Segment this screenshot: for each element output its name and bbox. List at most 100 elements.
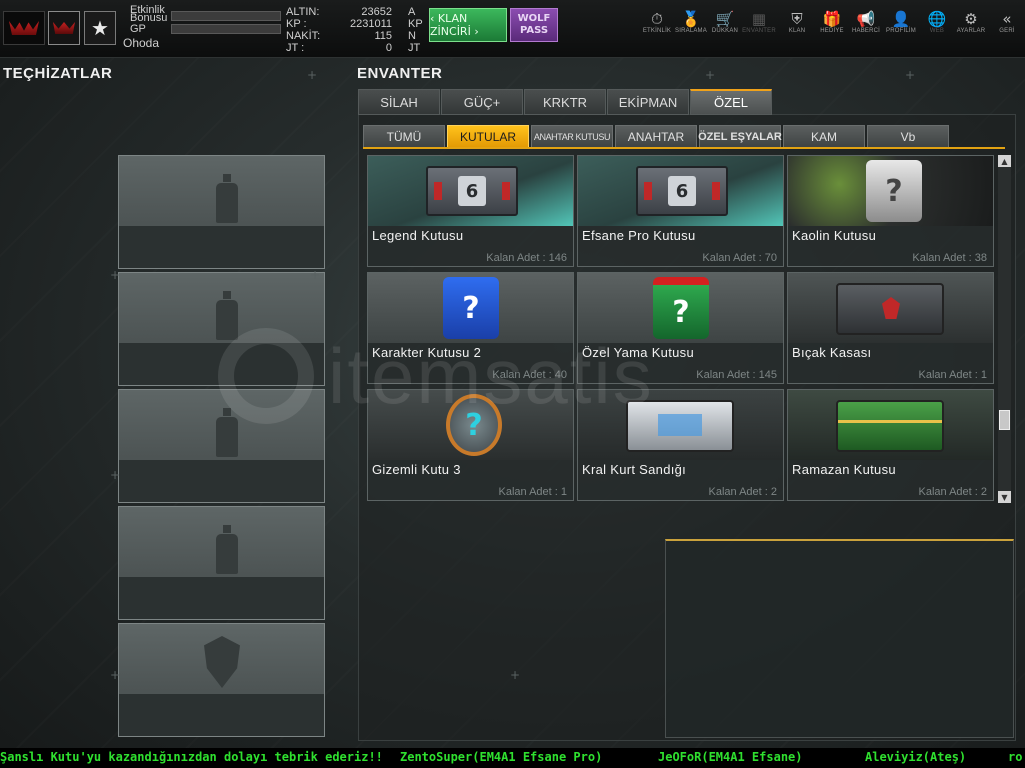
inventory-icon: ▦ [751, 10, 767, 28]
inventory-tabs: SİLAH GÜÇ+ KRKTR EKİPMAN ÖZEL [358, 89, 773, 115]
equipment-slot[interactable] [118, 506, 325, 620]
gp-label: GP [130, 23, 146, 35]
rank-star-icon[interactable]: ★ [84, 11, 116, 45]
item-card[interactable]: Bıçak Kasası Kalan Adet : 1 [787, 272, 994, 384]
stat-unit: KP [408, 18, 423, 30]
stat-unit: JT [408, 42, 421, 54]
ticker-message: JeOFoR(EM4A1 Efsane) [658, 750, 803, 764]
item-name: Karakter Kutusu 2 [372, 345, 482, 360]
tab-3[interactable]: EKİPMAN [607, 89, 689, 115]
item-grid: 6 Legend Kutusu Kalan Adet : 146 6 Efsane P… [367, 155, 997, 503]
stat-key: ALTIN: [286, 6, 320, 18]
spray-icon [216, 174, 238, 224]
scroll-down-arrow-icon[interactable]: ▼ [998, 491, 1011, 503]
nav-cart[interactable]: 🛒 DÜKKAN [708, 10, 742, 34]
megaphone-icon: 📢 [856, 10, 876, 28]
nav-gear[interactable]: ⚙ AYARLAR [954, 10, 988, 34]
king-wolf-chest-icon [626, 400, 734, 452]
equipment-slot[interactable] [118, 623, 325, 737]
tab-2[interactable]: KRKTR [524, 89, 606, 115]
stopwatch-icon: ⏱ [651, 10, 663, 28]
item-image: ? [368, 390, 573, 460]
klan-zinciri-button[interactable]: ‹ KLAN ZİNCİRİ › [429, 8, 507, 42]
subtab-5[interactable]: KAM [783, 125, 865, 148]
item-card[interactable]: ? Kaolin Kutusu Kalan Adet : 38 [787, 155, 994, 267]
medal-icon: 🏅 [681, 10, 701, 28]
loot-case-icon: 6 [426, 166, 518, 216]
nav-globe[interactable]: 🌐 WEB [920, 10, 954, 34]
wolf-pass-button[interactable]: WOLF PASS [510, 8, 558, 42]
subtab-3[interactable]: ANAHTAR [615, 125, 697, 148]
item-count: Kalan Adet : 1 [498, 486, 568, 498]
decor-plus: + [510, 668, 521, 682]
item-name: Ramazan Kutusu [792, 462, 896, 477]
decor-plus: + [705, 68, 716, 82]
spray-icon [216, 525, 238, 575]
item-count: Kalan Adet : 2 [918, 486, 988, 498]
item-card[interactable]: ? Gizemli Kutu 3 Kalan Adet : 1 [367, 389, 574, 501]
item-card[interactable]: ? Karakter Kutusu 2 Kalan Adet : 40 [367, 272, 574, 384]
nav-medal[interactable]: 🏅 SIRALAMA [674, 10, 708, 34]
nav-inventory[interactable]: ▦ ENVANTER [742, 10, 776, 34]
location-label: Ohoda [123, 36, 160, 50]
kaolin-box-icon: ? [866, 160, 922, 222]
item-image: 6 [578, 156, 783, 226]
top-bar: ★ Etkinlik Bonusu GP Ohoda ALTIN: 23652 A K… [0, 0, 1025, 58]
subtab-4[interactable]: ÖZEL EŞYALAR [698, 125, 782, 148]
stat-key: JT : [286, 42, 305, 54]
shield-icon [204, 636, 240, 688]
item-image: ? [788, 156, 993, 226]
item-count: Kalan Adet : 145 [696, 369, 777, 381]
mystery-capsule-icon: ? [446, 394, 502, 456]
item-image [578, 390, 783, 460]
ticker-message: ro [1008, 750, 1023, 764]
ticker-message: Aleviyiz(Ateş) [865, 750, 967, 764]
cart-icon: 🛒 [715, 10, 735, 28]
equipment-slot[interactable] [118, 389, 325, 503]
item-scrollbar[interactable]: ▲ ▼ [998, 155, 1011, 503]
scroll-up-arrow-icon[interactable]: ▲ [998, 155, 1011, 167]
decor-plus: + [307, 68, 318, 82]
subtab-underline [363, 147, 1005, 149]
gift-icon: 🎁 [822, 10, 842, 28]
item-card[interactable]: 6 Legend Kutusu Kalan Adet : 146 [367, 155, 574, 267]
item-image [788, 273, 993, 343]
subtab-2[interactable]: ANAHTAR KUTUSU [531, 125, 613, 148]
item-image: ? [368, 273, 573, 343]
equipment-slot[interactable] [118, 272, 325, 386]
nav-profile[interactable]: 👤 PROFİLİM [884, 10, 918, 34]
subtab-1[interactable]: KUTULAR [447, 125, 529, 148]
stat-unit: A [408, 6, 416, 18]
tab-0[interactable]: SİLAH [358, 89, 440, 115]
currency-stats: ALTIN: 23652 A KP : 2231011 KP NAKİT: 115 N JT : 0… [286, 6, 423, 54]
item-count: Kalan Adet : 40 [492, 369, 567, 381]
item-count: Kalan Adet : 38 [912, 252, 987, 264]
item-image [788, 390, 993, 460]
ticker-message: ZentoSuper(EM4A1 Efsane Pro) [400, 750, 603, 764]
tab-4[interactable]: ÖZEL [690, 89, 772, 115]
item-card[interactable]: Ramazan Kutusu Kalan Adet : 2 [787, 389, 994, 501]
nav-stopwatch[interactable]: ⏱ ETKİNLİK [640, 10, 674, 34]
nav-megaphone[interactable]: 📢 HABERCİ [849, 10, 883, 34]
ramazan-chest-icon [836, 400, 944, 452]
item-card[interactable]: Kral Kurt Sandığı Kalan Adet : 2 [577, 389, 784, 501]
spray-icon [216, 291, 238, 341]
item-count: Kalan Adet : 1 [918, 369, 988, 381]
nav-gift[interactable]: 🎁 HEDİYE [815, 10, 849, 34]
nav-label: KLAN [788, 28, 806, 34]
nav-shield[interactable]: ⛨ KLAN [780, 10, 814, 34]
subtab-0[interactable]: TÜMÜ [363, 125, 445, 148]
item-card[interactable]: 6 Efsane Pro Kutusu Kalan Adet : 70 [577, 155, 784, 267]
scroll-thumb[interactable] [999, 410, 1010, 430]
tab-1[interactable]: GÜÇ+ [441, 89, 523, 115]
nav-back[interactable]: «GERİ [990, 10, 1024, 34]
nav-label: PROFİLİM [886, 28, 916, 34]
equipment-title: TEÇHİZATLAR [3, 65, 113, 82]
item-name: Bıçak Kasası [792, 345, 872, 360]
clan-emblem[interactable] [48, 11, 80, 45]
item-card[interactable]: ? Özel Yama Kutusu Kalan Adet : 145 [577, 272, 784, 384]
item-image: ? [578, 273, 783, 343]
nav-label: SIRALAMA [675, 28, 707, 34]
equipment-slot[interactable] [118, 155, 325, 269]
subtab-6[interactable]: Vb [867, 125, 949, 148]
